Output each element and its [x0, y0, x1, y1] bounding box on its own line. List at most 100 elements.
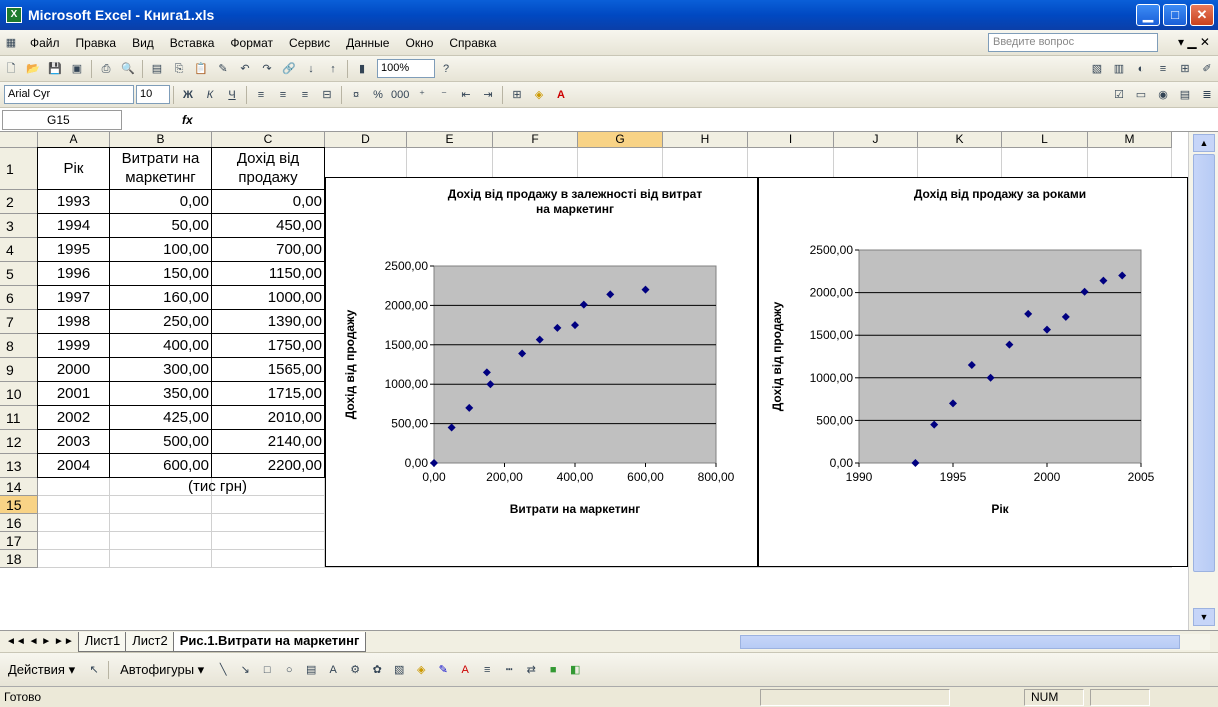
menu-item[interactable]: Окно: [397, 36, 441, 50]
horizontal-scrollbar[interactable]: [740, 634, 1210, 650]
edit-icon[interactable]: ✐: [1198, 60, 1216, 78]
print-preview-icon[interactable]: 🔍: [119, 60, 137, 78]
grid-cell[interactable]: [110, 514, 212, 532]
redo-icon[interactable]: ↷: [258, 60, 276, 78]
hyperlink-icon[interactable]: 🔗: [280, 60, 298, 78]
row-header[interactable]: 17: [0, 532, 38, 550]
rectangle-icon[interactable]: □: [258, 661, 276, 679]
line-icon[interactable]: ╲: [214, 661, 232, 679]
copy-icon[interactable]: ⎘: [170, 60, 188, 78]
oval-icon[interactable]: ○: [280, 661, 298, 679]
clipart-icon[interactable]: ✿: [368, 661, 386, 679]
indent-icon[interactable]: ⇥: [479, 86, 497, 104]
chart-wizard-icon[interactable]: ▮: [353, 60, 371, 78]
ask-question-input[interactable]: Введите вопрос: [988, 33, 1158, 52]
table-icon[interactable]: ⊞: [1176, 60, 1194, 78]
tab-sheet2[interactable]: Лист2: [125, 631, 175, 652]
table-cell[interactable]: 1996: [37, 261, 110, 286]
grid-cell[interactable]: [110, 550, 212, 568]
vertical-scrollbar[interactable]: ▲ ▼: [1188, 132, 1218, 630]
forms-button-icon[interactable]: ▭: [1132, 86, 1150, 104]
table-cell[interactable]: 250,00: [109, 309, 212, 334]
table-cell[interactable]: 600,00: [109, 453, 212, 478]
paste-icon[interactable]: 📋: [192, 60, 210, 78]
table-cell[interactable]: 350,00: [109, 381, 212, 406]
worksheet-grid[interactable]: A B C D E F G H I J K L M 1 2 3 4 5 6 7 8 9 10 11 12 13 14 15 16 17 18…: [0, 132, 1188, 630]
table-cell[interactable]: 400,00: [109, 333, 212, 358]
thousands-icon[interactable]: 000: [391, 86, 409, 104]
table-cell[interactable]: 2003: [37, 429, 110, 454]
grid-cell[interactable]: [38, 514, 110, 532]
table-cell[interactable]: 1998: [37, 309, 110, 334]
table-cell[interactable]: 2004: [37, 453, 110, 478]
table-cell[interactable]: 1715,00: [211, 381, 325, 406]
fx-icon[interactable]: fx: [182, 113, 193, 127]
italic-icon[interactable]: К: [201, 86, 219, 104]
align-left-icon[interactable]: ≡: [252, 86, 270, 104]
currency-icon[interactable]: ¤: [347, 86, 365, 104]
arrow-icon[interactable]: ↘: [236, 661, 254, 679]
select-all-corner[interactable]: [0, 132, 38, 148]
row-header[interactable]: 16: [0, 514, 38, 532]
table-cell[interactable]: 1390,00: [211, 309, 325, 334]
table-cell[interactable]: 1565,00: [211, 357, 325, 382]
tab-sheet1[interactable]: Лист1: [77, 631, 128, 652]
menu-item[interactable]: Сервис: [281, 36, 338, 50]
fill-color-icon[interactable]: ◈: [530, 86, 548, 104]
row-header[interactable]: 9: [0, 358, 38, 382]
wordart-icon[interactable]: A: [324, 661, 342, 679]
menu-item[interactable]: Правка: [68, 36, 125, 50]
row-header[interactable]: 12: [0, 430, 38, 454]
grid-cell[interactable]: [38, 532, 110, 550]
row-header[interactable]: 14: [0, 478, 38, 496]
table-cell[interactable]: 1997: [37, 285, 110, 310]
column-header[interactable]: E: [407, 132, 493, 148]
underline-icon[interactable]: Ч: [223, 86, 241, 104]
row-header[interactable]: 4: [0, 238, 38, 262]
save-icon[interactable]: 💾: [46, 60, 64, 78]
grid-cell[interactable]: [38, 550, 110, 568]
new-icon[interactable]: 🗋: [2, 60, 20, 78]
align-right-icon[interactable]: ≡: [296, 86, 314, 104]
bold-icon[interactable]: Ж: [179, 86, 197, 104]
scroll-down-icon[interactable]: ▼: [1193, 608, 1215, 626]
table-cell[interactable]: 0,00: [109, 189, 212, 214]
permission-icon[interactable]: ▣: [68, 60, 86, 78]
zoom-select[interactable]: 100%: [377, 59, 435, 78]
research-icon[interactable]: ▤: [148, 60, 166, 78]
line-style-icon[interactable]: ≡: [478, 661, 496, 679]
document-icon[interactable]: ▦: [2, 34, 20, 52]
grid-cell[interactable]: [212, 496, 325, 514]
row-header[interactable]: 10: [0, 382, 38, 406]
column-header[interactable]: L: [1002, 132, 1088, 148]
row-header[interactable]: 8: [0, 334, 38, 358]
table-cell[interactable]: 2001: [37, 381, 110, 406]
row-header[interactable]: 5: [0, 262, 38, 286]
outdent-icon[interactable]: ⇤: [457, 86, 475, 104]
forms-checkbox-icon[interactable]: ☑: [1110, 86, 1128, 104]
align-center-icon[interactable]: ≡: [274, 86, 292, 104]
table-cell[interactable]: 1995: [37, 237, 110, 262]
column-header[interactable]: F: [493, 132, 578, 148]
grid-cell[interactable]: [212, 550, 325, 568]
autoshapes-menu[interactable]: Автофигуры ▾: [112, 662, 212, 678]
table-cell[interactable]: 1994: [37, 213, 110, 238]
grid-cell[interactable]: [212, 532, 325, 550]
table-cell[interactable]: 450,00: [211, 213, 325, 238]
picture-icon[interactable]: ▧: [390, 661, 408, 679]
row-header[interactable]: 15: [0, 496, 38, 514]
percent-icon[interactable]: %: [369, 86, 387, 104]
decrease-decimal-icon[interactable]: ⁻: [435, 86, 453, 104]
fill-color-draw-icon[interactable]: ◈: [412, 661, 430, 679]
menu-item[interactable]: Формат: [222, 36, 281, 50]
scroll-up-icon[interactable]: ▲: [1193, 134, 1215, 152]
row-header[interactable]: 6: [0, 286, 38, 310]
table-cell[interactable]: 2000: [37, 357, 110, 382]
help-icon[interactable]: ?: [437, 60, 455, 78]
font-color-icon[interactable]: A: [552, 86, 570, 104]
column-header[interactable]: A: [38, 132, 110, 148]
column-header[interactable]: J: [834, 132, 918, 148]
open-icon[interactable]: 📂: [24, 60, 42, 78]
table-cell[interactable]: 160,00: [109, 285, 212, 310]
select-objects-icon[interactable]: ↖: [85, 661, 103, 679]
